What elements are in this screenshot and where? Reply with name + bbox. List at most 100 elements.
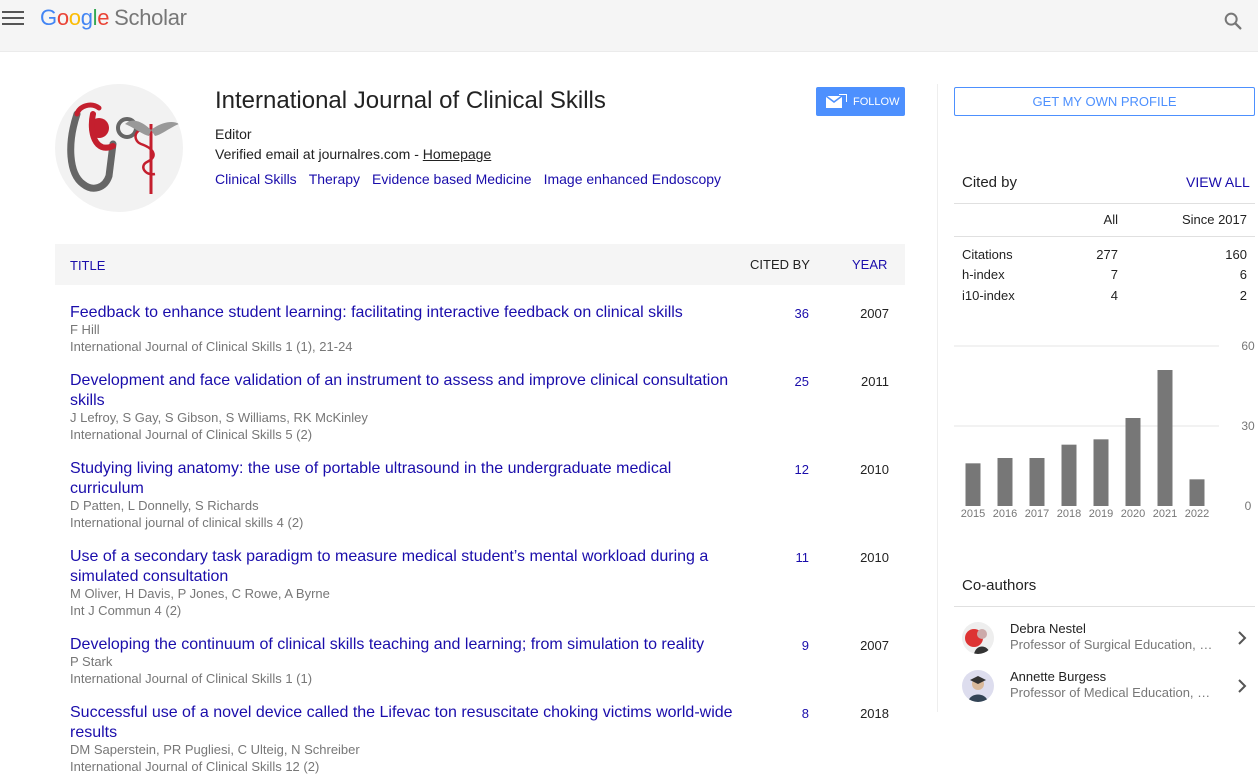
article-venue: International journal of clinical skills… [70, 515, 304, 530]
divider [954, 606, 1255, 607]
article-cited-by[interactable]: 9 [802, 638, 809, 653]
article-authors: F Hill [70, 322, 100, 337]
google-scholar-logo[interactable]: Google Scholar [40, 5, 187, 31]
stat-label[interactable]: i10-index [962, 288, 1015, 303]
interest-link[interactable]: Evidence based Medicine [372, 171, 532, 187]
logo-scholar-text: Scholar [114, 5, 187, 30]
cited-by-header: CITED BY [750, 257, 810, 272]
view-all-link[interactable]: VIEW ALL [1186, 174, 1250, 190]
chart-bar[interactable] [1157, 370, 1173, 506]
article-authors: DM Saperstein, PR Pugliesi, C Ulteig, N … [70, 742, 360, 757]
article-title[interactable]: Studying living anatomy: the use of port… [70, 459, 740, 499]
coauthor-item[interactable]: Debra Nestel Professor of Surgical Educa… [954, 616, 1258, 660]
stats-header: All Since 2017 [954, 212, 1255, 228]
follow-button[interactable]: FOLLOW [816, 87, 905, 116]
interest-link[interactable]: Clinical Skills [215, 171, 297, 187]
article-venue: International Journal of Clinical Skills… [70, 759, 320, 774]
chevron-right-icon [1238, 679, 1247, 693]
coauthor-name: Debra Nestel [1010, 621, 1086, 636]
get-my-own-profile-button[interactable]: GET MY OWN PROFILE [954, 87, 1255, 116]
stat-all: 7 [1110, 267, 1118, 282]
stats-row: Citations 277 160 [954, 247, 1255, 263]
chevron-right-icon [1238, 631, 1247, 645]
cited-by-title: Cited by [962, 174, 1018, 191]
envelope-icon [825, 93, 847, 108]
article-year: 2010 [860, 462, 889, 477]
chart-ytick-label: 60 [1241, 339, 1255, 353]
stat-since: 160 [1225, 247, 1247, 262]
divider [954, 236, 1255, 237]
article-title[interactable]: Developing the continuum of clinical ski… [70, 635, 740, 655]
hamburger-icon[interactable] [2, 11, 24, 27]
stat-all: 277 [1096, 247, 1118, 262]
profile-name: International Journal of Clinical Skills [215, 87, 606, 114]
article-title[interactable]: Successful use of a novel device called … [70, 703, 740, 743]
chart-bar[interactable] [1029, 458, 1045, 506]
article-venue: International Journal of Clinical Skills… [70, 427, 313, 442]
profile-affiliation: Editor [215, 126, 252, 142]
chart-xtick-label: 2018 [1057, 508, 1081, 520]
article-cited-by[interactable]: 12 [795, 462, 809, 477]
article-authors: P Stark [70, 654, 113, 669]
stats-row: h-index 7 6 [954, 267, 1255, 283]
article-title[interactable]: Use of a secondary task paradigm to meas… [70, 547, 740, 587]
chart-bar[interactable] [965, 463, 981, 506]
article-title[interactable]: Development and face validation of an in… [70, 371, 740, 411]
article-year: 2007 [860, 638, 889, 653]
chart-bar[interactable] [1189, 479, 1205, 506]
chart-ytick-label: 30 [1241, 419, 1255, 433]
interest-link[interactable]: Therapy [309, 171, 360, 187]
stats-row: i10-index 4 2 [954, 288, 1255, 304]
articles-table-header: TITLE CITED BY YEAR [55, 244, 905, 285]
stat-since: 6 [1239, 267, 1247, 282]
verified-email-text: Verified email at journalres.com - [215, 146, 419, 162]
chart-bar[interactable] [1061, 444, 1077, 506]
chart-bar[interactable] [997, 458, 1013, 506]
search-icon[interactable] [1222, 10, 1244, 32]
col-since-header: Since 2017 [1181, 212, 1247, 227]
article-year: 2011 [861, 374, 889, 389]
chart-xtick-label: 2020 [1121, 508, 1145, 520]
article-venue: International Journal of Clinical Skills… [70, 339, 353, 354]
article-cited-by[interactable]: 11 [796, 550, 810, 565]
top-bar: Google Scholar [0, 0, 1258, 52]
article-year: 2010 [860, 550, 889, 565]
stat-since: 2 [1239, 288, 1247, 303]
sort-by-title[interactable]: TITLE [70, 258, 105, 273]
coauthor-avatar [962, 670, 994, 702]
chart-xtick-label: 2021 [1153, 508, 1177, 520]
article-authors: D Patten, L Donnelly, S Richards [70, 498, 259, 513]
verified-email: Verified email at journalres.com - Homep… [215, 146, 491, 162]
column-divider [937, 84, 938, 712]
profile-avatar [55, 84, 183, 212]
stat-all: 4 [1110, 288, 1118, 303]
article-venue: International Journal of Clinical Skills… [70, 671, 313, 686]
article-title[interactable]: Feedback to enhance student learning: fa… [70, 303, 740, 323]
article-year: 2007 [860, 306, 889, 321]
sort-by-year[interactable]: YEAR [852, 257, 887, 272]
coauthor-name: Annette Burgess [1010, 669, 1107, 684]
coauthor-item[interactable]: Annette Burgess Professor of Medical Edu… [954, 664, 1258, 708]
stat-label[interactable]: h-index [962, 267, 1005, 282]
stat-label[interactable]: Citations [962, 247, 1013, 262]
chart-bar[interactable] [1093, 439, 1109, 506]
interest-link[interactable]: Image enhanced Endoscopy [544, 171, 721, 187]
chart-bar[interactable] [1125, 418, 1141, 506]
chart-xtick-label: 2017 [1025, 508, 1049, 520]
chart-ytick-label: 0 [1245, 499, 1252, 513]
col-all-header: All [1103, 212, 1118, 227]
article-cited-by[interactable]: 36 [795, 306, 809, 321]
coauthor-affiliation: Professor of Surgical Education, … [1010, 637, 1213, 652]
research-interests: Clinical Skills Therapy Evidence based Med… [215, 171, 733, 187]
article-cited-by[interactable]: 25 [795, 374, 809, 389]
article-year: 2018 [860, 706, 889, 721]
follow-label: FOLLOW [853, 95, 900, 108]
article-venue: Int J Commun 4 (2) [70, 603, 182, 618]
article-cited-by[interactable]: 8 [802, 706, 809, 721]
citations-bar-chart: 0 30 60 2015 2016 2017 2018 2019 2020 2021 2022 [954, 339, 1255, 520]
article-authors: J Lefroy, S Gay, S Gibson, S Williams, R… [70, 410, 368, 425]
coauthors-title: Co-authors [962, 577, 1037, 594]
homepage-link[interactable]: Homepage [423, 146, 492, 162]
chart-xtick-label: 2022 [1185, 508, 1209, 520]
coauthor-avatar [962, 622, 994, 654]
